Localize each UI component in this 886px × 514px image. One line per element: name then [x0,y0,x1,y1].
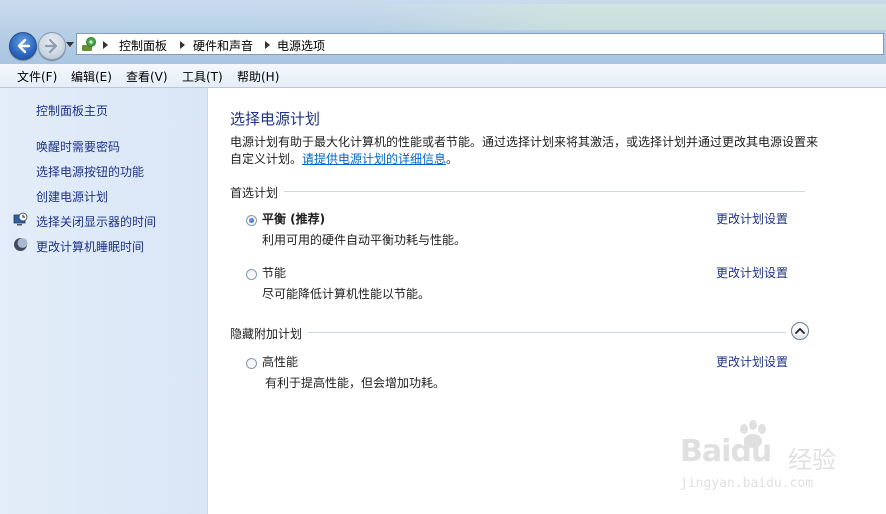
menu-file[interactable]: 文件(F) [17,68,57,85]
plan-high-performance-change-settings-link[interactable]: 更改计划设置 [716,353,788,370]
sidebar-item-display-off-time[interactable]: 选择关闭显示器的时间 [36,213,156,230]
back-arrow-icon [17,38,31,54]
sidebar-item-create-plan[interactable]: 创建电源计划 [36,188,108,205]
breadcrumb-power-options[interactable]: 电源选项 [277,37,325,54]
plan-balanced-name[interactable]: 平衡 (推荐) [262,210,325,227]
hidden-plans-header: 隐藏附加计划 [230,327,303,341]
plan-high-performance-radio[interactable] [246,358,257,369]
sidebar-item-sleep-time[interactable]: 更改计算机睡眠时间 [36,238,144,255]
watermark-brand: Baidu [680,434,772,469]
title-bar-blur [360,4,886,30]
menu-view[interactable]: 查看(V) [126,68,168,85]
collapse-hidden-plans-button[interactable] [791,322,809,340]
description-suffix: 。 [446,152,459,166]
sidebar-item-wake-password[interactable]: 唤醒时需要密码 [36,138,120,155]
breadcrumb-hardware-sound[interactable]: 硬件和声音 [193,37,253,54]
breadcrumb-control-panel[interactable]: 控制面板 [119,37,167,54]
history-dropdown-icon[interactable] [66,42,74,47]
plan-power-saver-description: 尽可能降低计算机性能以节能。 [262,287,431,301]
plan-power-saver-change-settings-link[interactable]: 更改计划设置 [716,264,788,281]
power-plan-details-link[interactable]: 请提供电源计划的详细信息 [302,152,446,166]
chevron-up-icon [795,327,805,334]
watermark-url: jingyan.baidu.com [680,476,814,491]
page-title: 选择电源计划 [230,110,321,128]
monitor-clock-icon [13,212,28,226]
forward-arrow-icon [44,38,58,54]
preferred-plans-header: 首选计划 [230,186,279,200]
plan-balanced-change-settings-link[interactable]: 更改计划设置 [716,210,788,227]
sidebar-control-panel-home[interactable]: 控制面板主页 [36,102,108,119]
page-description: 电源计划有助于最大化计算机的性能或者节能。通过选择计划来将其激活，或选择计划并通… [230,134,820,168]
plan-high-performance-name[interactable]: 高性能 [262,353,298,370]
menu-tools[interactable]: 工具(T) [182,68,223,85]
plan-power-saver-name[interactable]: 节能 [262,264,286,281]
group-divider [284,191,805,192]
back-button[interactable] [9,32,37,60]
control-panel-icon [82,37,96,51]
plan-balanced-description: 利用可用的硬件自动平衡功耗与性能。 [262,233,467,247]
group-divider [308,332,786,333]
moon-icon [14,238,28,251]
plan-balanced-radio[interactable] [246,215,257,226]
menu-help[interactable]: 帮助(H) [237,68,279,85]
menu-bar: 文件(F) 编辑(E) 查看(V) 工具(T) 帮助(H) [0,64,886,88]
watermark-text: 经验 [788,446,836,474]
left-task-pane: 控制面板主页 唤醒时需要密码 选择电源按钮的功能 创建电源计划 选择关闭显示器的… [0,88,208,514]
breadcrumb-separator-icon[interactable] [103,41,108,49]
plan-high-performance-description: 有利于提高性能，但会增加功耗。 [265,376,446,390]
sidebar-item-power-button[interactable]: 选择电源按钮的功能 [36,163,144,180]
breadcrumb-separator-icon[interactable] [265,41,270,49]
breadcrumb-separator-icon[interactable] [180,41,185,49]
plan-power-saver-radio[interactable] [246,269,257,280]
baidu-watermark: Baidu 经验 jingyan.baidu.com [676,420,876,500]
address-bar[interactable]: 控制面板 硬件和声音 电源选项 [76,33,884,55]
menu-edit[interactable]: 编辑(E) [71,68,112,85]
forward-button[interactable] [38,32,66,60]
